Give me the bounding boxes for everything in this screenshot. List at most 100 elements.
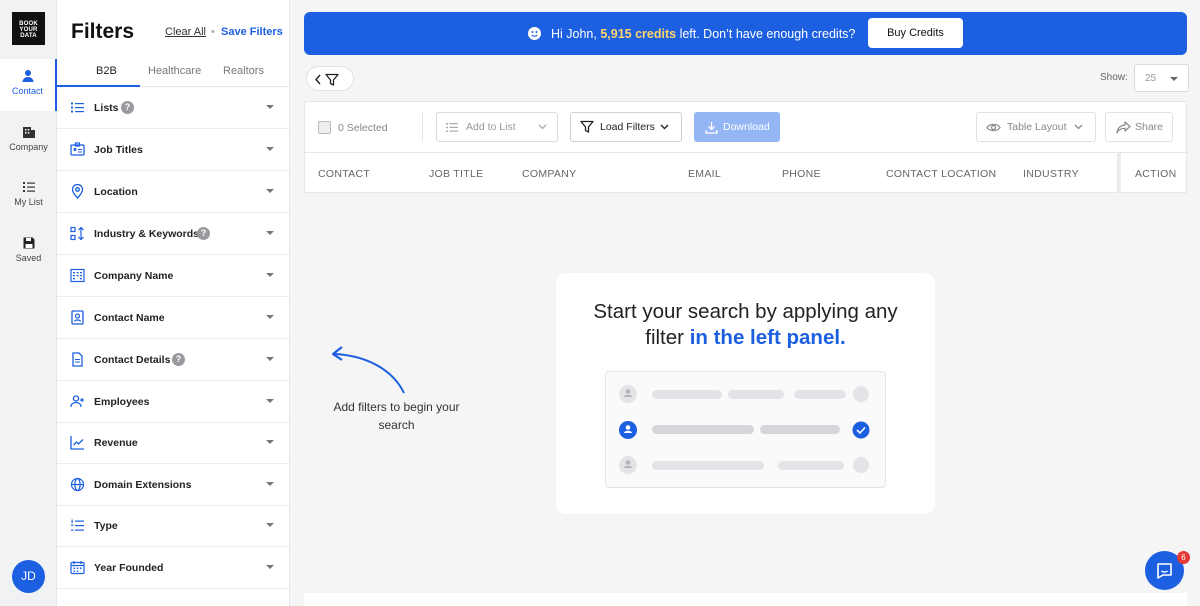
table-layout-dropdown[interactable]: Table Layout — [976, 112, 1096, 142]
show-label: Show: — [1100, 72, 1128, 83]
download-button[interactable]: Download — [694, 112, 780, 142]
add-to-list-label: Add to List — [466, 121, 516, 133]
page-size-value: 25 — [1145, 73, 1157, 84]
chevron-left-filter-icon — [315, 73, 339, 86]
download-icon — [705, 122, 718, 134]
rail-label-contact: Contact — [11, 86, 44, 96]
chevron-down-icon — [266, 565, 274, 569]
chevron-down-icon — [266, 315, 274, 319]
column-header-phone[interactable]: PHONE — [782, 168, 821, 180]
column-header-job-title[interactable]: JOB TITLE — [429, 168, 483, 180]
column-header-contact-location[interactable]: CONTACT LOCATION — [886, 168, 996, 180]
rail-item-my-list[interactable]: My List — [0, 170, 57, 222]
filter-year-founded[interactable]: Year Founded — [57, 547, 289, 589]
smiley-icon — [528, 27, 541, 40]
rail-item-contact[interactable]: Contact — [0, 59, 57, 111]
book-your-data-logo[interactable]: BOOK YOUR DATA — [12, 12, 45, 45]
clear-all-link[interactable]: Clear All — [165, 26, 206, 38]
filter-domain-extensions[interactable]: Domain Extensions — [57, 464, 289, 506]
filter-job-titles[interactable]: Job Titles — [57, 129, 289, 171]
toggle-filters-button[interactable] — [306, 66, 354, 91]
credits-banner: Hi John, 5,915 credits left. Don’t have … — [304, 12, 1187, 55]
filter-industry-keywords[interactable]: Industry & Keywords ? — [57, 213, 289, 255]
chevron-down-icon — [1170, 77, 1178, 81]
chevron-down-icon — [266, 523, 274, 527]
filter-contact-name[interactable]: Contact Name — [57, 297, 289, 339]
share-button[interactable]: Share — [1105, 112, 1173, 142]
filter-label: Lists — [94, 102, 119, 114]
page-size-select[interactable]: 25 — [1134, 64, 1189, 92]
filter-label: Year Founded — [94, 562, 164, 574]
filter-type[interactable]: Type — [57, 505, 289, 547]
nav-rail: BOOK YOUR DATA Contact Company My List Sav… — [0, 0, 57, 606]
chat-notification-badge: 6 — [1177, 551, 1190, 564]
empty-line-2: filter in the left panel. — [556, 325, 935, 351]
add-to-list-dropdown[interactable]: Add to List — [436, 112, 558, 142]
filter-lists[interactable]: Lists ? — [57, 87, 289, 129]
contact-card-icon — [71, 310, 84, 325]
table-footer — [304, 593, 1187, 606]
column-header-industry[interactable]: INDUSTRY — [1023, 168, 1079, 180]
filter-label: Revenue — [94, 437, 138, 449]
user-plus-icon — [70, 395, 84, 408]
eye-icon — [986, 123, 1001, 132]
column-header-email[interactable]: EMAIL — [688, 168, 721, 180]
empty-state-card: Start your search by applying any filter… — [556, 273, 935, 514]
sort-icon — [70, 226, 84, 241]
column-header-company[interactable]: COMPANY — [522, 168, 576, 180]
results-table: 0 Selected Add to List Load Filters Down… — [304, 101, 1188, 193]
filter-company-name[interactable]: Company Name — [57, 255, 289, 297]
filter-label: Company Name — [94, 270, 174, 282]
rail-item-saved[interactable]: Saved — [0, 226, 57, 278]
filter-label: Employees — [94, 396, 150, 408]
help-icon[interactable]: ? — [197, 227, 210, 240]
filter-employees[interactable]: Employees — [57, 381, 289, 423]
list-icon — [22, 182, 35, 192]
load-filters-label: Load Filters — [600, 121, 655, 133]
rail-label-my-list: My List — [14, 197, 43, 207]
help-icon[interactable]: ? — [172, 353, 185, 366]
filter-label: Contact Details — [94, 354, 171, 366]
column-header-contact[interactable]: CONTACT — [318, 168, 370, 180]
globe-icon — [70, 477, 85, 492]
chevron-down-icon — [266, 189, 274, 193]
empty-line-1: Start your search by applying any — [593, 300, 898, 323]
chevron-down-icon — [266, 105, 274, 109]
chevron-down-icon — [266, 147, 274, 151]
select-all-checkbox[interactable] — [318, 121, 331, 134]
user-avatar[interactable]: JD — [12, 560, 45, 593]
filter-location[interactable]: Location — [57, 171, 289, 213]
header-divider — [305, 152, 1188, 153]
document-icon — [72, 352, 83, 367]
share-arrow-icon — [1116, 121, 1131, 134]
help-icon[interactable]: ? — [121, 101, 134, 114]
floppy-disk-icon — [23, 237, 34, 249]
load-filters-dropdown[interactable]: Load Filters — [570, 112, 682, 142]
filter-label: Type — [94, 520, 118, 532]
buy-credits-button[interactable]: Buy Credits — [868, 18, 963, 48]
filter-label: Contact Name — [94, 312, 165, 324]
rail-item-company[interactable]: Company — [0, 115, 57, 167]
filter-label: Location — [94, 186, 138, 198]
column-header-action[interactable]: ACTION — [1135, 168, 1176, 180]
tab-realtors[interactable]: Realtors — [223, 65, 264, 77]
filter-revenue[interactable]: Revenue — [57, 422, 289, 464]
download-label: Download — [723, 121, 770, 133]
filter-label: Industry & Keywords — [94, 228, 200, 240]
credits-message: Hi John, 5,915 credits left. Don’t have … — [551, 27, 855, 41]
filter-tabs: B2B Healthcare Realtors — [57, 58, 289, 87]
toolbar-divider — [422, 112, 423, 142]
tab-b2b[interactable]: B2B — [96, 65, 117, 77]
greeting-text: Hi John, — [551, 27, 601, 41]
chevron-down-icon — [1074, 124, 1083, 130]
filter-contact-details[interactable]: Contact Details ? — [57, 339, 289, 381]
list-icon — [71, 102, 84, 113]
filter-label: Domain Extensions — [94, 479, 192, 491]
rail-label-company: Company — [9, 142, 48, 152]
tab-healthcare[interactable]: Healthcare — [148, 65, 201, 77]
chevron-down-icon — [538, 124, 547, 130]
save-filters-link[interactable]: Save Filters — [221, 26, 283, 38]
chevron-down-icon — [266, 357, 274, 361]
building-icon — [70, 268, 85, 283]
chevron-down-icon — [266, 399, 274, 403]
